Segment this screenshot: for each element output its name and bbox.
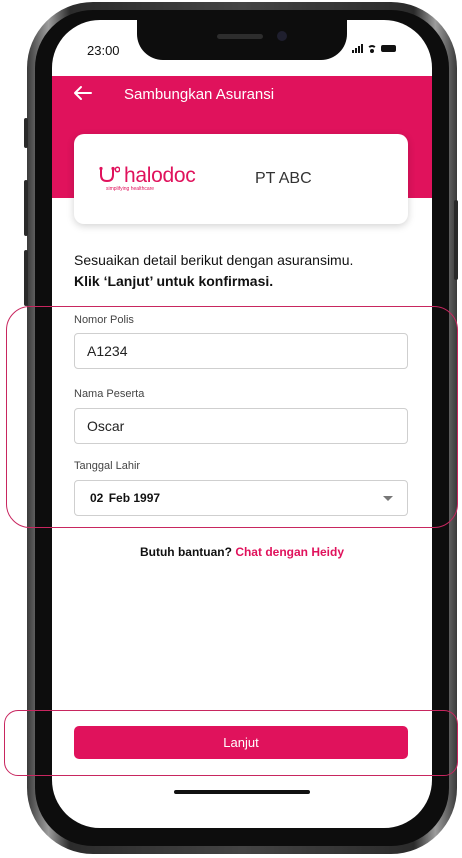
phone-notch (137, 20, 347, 60)
form-highlight-outline (6, 306, 458, 528)
wifi-icon (367, 44, 377, 53)
power-button (454, 200, 458, 280)
front-camera (277, 31, 287, 41)
status-icons (352, 44, 396, 53)
volume-down-button (24, 250, 28, 306)
insurer-company-name: PT ABC (255, 170, 312, 187)
chat-heidy-link[interactable]: Chat dengan Heidy (235, 545, 344, 559)
page-title: Sambungkan Asuransi (124, 86, 275, 103)
silent-switch (24, 118, 28, 148)
instruction-text: Sesuaikan detail berikut dengan asuransi… (74, 250, 414, 292)
instruction-line: Sesuaikan detail berikut dengan asuransi… (74, 252, 354, 268)
volume-up-button (24, 180, 28, 236)
logo-wordmark: halodoc (124, 164, 196, 187)
stethoscope-icon (99, 166, 120, 183)
home-indicator (174, 790, 310, 794)
instruction-confirm-line: Klik ‘Lanjut’ untuk konfirmasi. (74, 273, 274, 289)
halodoc-logo: halodoc (98, 164, 196, 187)
signal-icon (352, 44, 363, 53)
logo-tagline: simplifying healthcare (106, 186, 155, 192)
arrow-left-icon[interactable] (72, 85, 92, 101)
speaker-grille (217, 34, 263, 39)
insurer-card: halodoc simplifying healthcare PT ABC (74, 134, 408, 224)
button-highlight-outline (4, 710, 458, 776)
help-text: Butuh bantuan? Chat dengan Heidy (52, 545, 432, 559)
status-time: 23:00 (87, 43, 120, 58)
help-prefix: Butuh bantuan? (139, 545, 232, 559)
battery-icon (381, 45, 396, 52)
